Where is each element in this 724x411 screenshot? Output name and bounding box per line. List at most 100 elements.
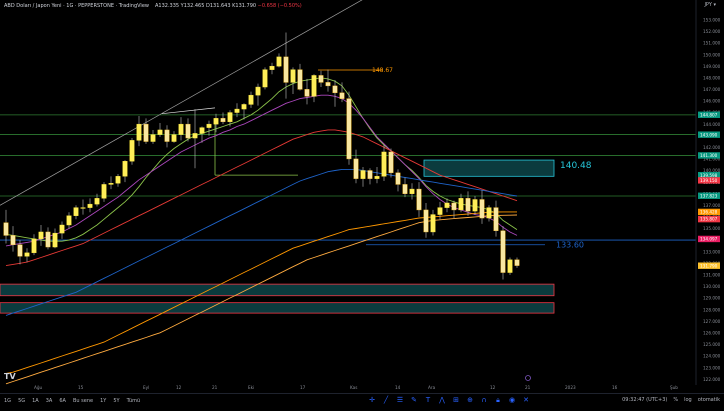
candle	[213, 118, 219, 125]
interval-1a[interactable]: 1A	[32, 398, 39, 404]
candle	[472, 199, 478, 212]
interval-6a[interactable]: 6A	[59, 398, 66, 404]
candle	[381, 151, 387, 177]
log-toggle[interactable]: log	[684, 397, 692, 403]
event-marker-icon	[525, 375, 531, 381]
time-tick-label: Eki	[248, 385, 254, 390]
candle	[395, 172, 401, 185]
candle	[339, 92, 345, 99]
interval-1y[interactable]: 1Y	[100, 398, 106, 404]
trendline-icon[interactable]: ╱	[382, 396, 390, 404]
time-tick-label: 12	[490, 385, 496, 390]
zoom-icon[interactable]: ⊕	[466, 396, 474, 404]
candle	[94, 198, 100, 205]
time-tick-label: 2023	[565, 385, 576, 390]
price-tick-label: 129.000	[703, 296, 721, 301]
price-tick-label: 128.000	[703, 307, 721, 312]
price-tick-label: 153.000	[703, 17, 721, 22]
price-badge-label: 136.428	[700, 210, 718, 215]
candle	[444, 202, 450, 208]
time-tick-label: 21	[212, 385, 218, 390]
crosshair-icon[interactable]: ✛	[368, 396, 376, 404]
price-tick-label: 125.000	[703, 342, 721, 347]
time-tick-label: 21	[525, 385, 531, 390]
interval-3a[interactable]: 3A	[46, 398, 53, 404]
ohlc-values: A132.335 Y132.465 D131.643 K131.790 −0.6…	[155, 3, 302, 9]
candle	[479, 199, 485, 219]
interval-tümü[interactable]: Tümü	[127, 398, 141, 404]
time-tick-label: Kas	[350, 385, 357, 390]
candle	[24, 252, 30, 257]
time-tick-label: 16	[612, 385, 618, 390]
candle	[353, 158, 359, 179]
fib-icon[interactable]: ☰	[396, 396, 404, 404]
candle	[297, 69, 303, 90]
time-tick-label: 12	[176, 385, 182, 390]
currency-selector[interactable]: JPY ▾	[704, 2, 716, 8]
price-badge-label: 134.097	[700, 237, 718, 242]
candle	[185, 123, 191, 139]
brush-icon[interactable]: ✎	[410, 396, 418, 404]
interval-5y[interactable]: 5Y	[113, 398, 119, 404]
candle	[276, 56, 282, 67]
candle	[388, 151, 394, 174]
price-tick-label: 126.000	[703, 331, 721, 336]
clock-readout[interactable]: 09:32:47 (UTC+3)	[622, 397, 667, 403]
price-tick-label: 130.000	[703, 284, 721, 289]
candle	[360, 170, 366, 179]
price-tick-label: 123.000	[703, 365, 721, 370]
level-label-high: 148.67	[372, 67, 393, 74]
interval-bu-sene[interactable]: Bu sene	[73, 398, 93, 404]
symbol-title[interactable]: ABD Doları / Japon Yeni · 1G · PEPPERSTO…	[4, 3, 149, 9]
price-badge-label: 135.807	[700, 217, 718, 222]
lock-icon[interactable]: 🔒︎	[494, 396, 502, 404]
candle	[108, 183, 114, 185]
candle	[45, 231, 51, 248]
candle	[101, 184, 107, 199]
interval-1g[interactable]: 1G	[4, 398, 11, 404]
ruler-icon[interactable]: ⊞	[452, 396, 460, 404]
drawing-tools: ✛ ╱ ☰ ✎ T ⋀ ⊞ ⊕ ∩ 🔒︎ ◉ ✕	[368, 396, 530, 404]
candle	[416, 188, 422, 211]
candle	[255, 86, 261, 96]
eye-icon[interactable]: ◉	[508, 396, 516, 404]
price-tick-label: 151.000	[703, 41, 721, 46]
bottom-right-controls: 09:32:47 (UTC+3) % log otomatik	[622, 397, 720, 403]
candle	[290, 69, 296, 83]
candle	[430, 214, 436, 233]
candle	[87, 203, 93, 208]
candle	[157, 129, 163, 135]
candle	[150, 134, 156, 142]
price-chart[interactable]: 148.67 140.48 133.60 153.000 152.000 151.000 1…	[0, 0, 724, 407]
price-tick-label: 142.000	[703, 145, 721, 150]
candle	[248, 94, 254, 105]
text-icon[interactable]: T	[424, 396, 432, 404]
candle	[178, 123, 184, 135]
pattern-icon[interactable]: ⋀	[438, 396, 446, 404]
time-tick-label: Eyl	[143, 385, 149, 390]
price-badge-label: 131.790	[700, 263, 718, 268]
chart-area[interactable]: 148.67 140.48 133.60 153.000 152.000 151.000 1…	[0, 0, 724, 407]
percent-toggle[interactable]: %	[673, 397, 678, 403]
candle	[514, 259, 520, 266]
candle	[262, 69, 268, 88]
auto-toggle[interactable]: otomatik	[698, 397, 720, 403]
candle	[493, 207, 499, 232]
candle	[451, 202, 457, 211]
candle	[241, 104, 247, 110]
time-tick-label: 15	[78, 385, 84, 390]
candle	[318, 75, 324, 83]
interval-5g[interactable]: 5G	[18, 398, 25, 404]
tradingview-logo-icon: TV	[4, 372, 16, 381]
candle	[171, 134, 177, 142]
time-tick-label: Ağu	[34, 385, 43, 390]
magnet-icon[interactable]: ∩	[480, 396, 488, 404]
candle	[374, 176, 380, 179]
zone-rect	[423, 159, 555, 177]
candle	[136, 123, 142, 141]
price-badge-label: 144.807	[700, 112, 718, 117]
candle	[283, 56, 289, 83]
candle	[227, 112, 233, 123]
candle	[115, 176, 121, 184]
trash-icon[interactable]: ✕	[522, 396, 530, 404]
